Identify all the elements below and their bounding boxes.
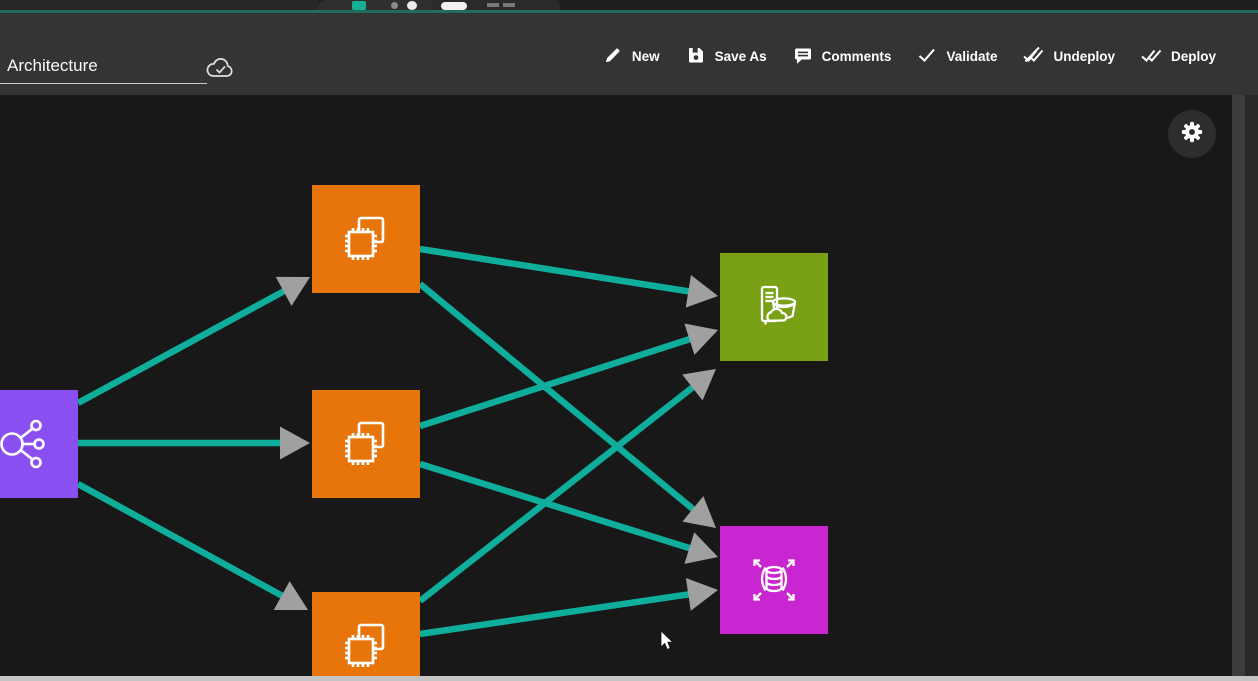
save-as-button[interactable]: Save As xyxy=(686,45,767,68)
node-storage[interactable] xyxy=(720,253,828,361)
right-gutter xyxy=(1245,95,1258,676)
vertical-scrollbar[interactable] xyxy=(1232,95,1245,676)
toolbar: New Save As Comments xyxy=(603,45,1216,68)
edge-line[interactable] xyxy=(78,484,285,598)
tab-title-fragment xyxy=(503,3,515,7)
deploy-button[interactable]: Deploy xyxy=(1141,45,1216,68)
edge-arrowhead-icon xyxy=(686,275,718,308)
ec2-icon xyxy=(334,412,398,476)
tab-glyph-icon xyxy=(391,2,398,9)
canvas-settings-button[interactable] xyxy=(1168,110,1216,158)
undeploy-button[interactable]: Undeploy xyxy=(1023,45,1115,68)
toolbar-label: Comments xyxy=(822,49,892,64)
app-header: New Save As Comments xyxy=(0,13,1258,95)
gear-icon xyxy=(1179,119,1205,150)
tab-title-fragment xyxy=(487,3,499,7)
dbscale-icon xyxy=(742,548,806,612)
horizontal-scrollbar[interactable] xyxy=(0,676,1258,681)
edge-arrowhead-icon xyxy=(682,369,716,400)
comment-icon xyxy=(793,45,813,68)
edge-arrowhead-icon xyxy=(684,532,718,564)
node-instance-3[interactable] xyxy=(312,592,420,676)
toolbar-label: Undeploy xyxy=(1053,49,1115,64)
node-database[interactable] xyxy=(720,526,828,634)
tab-strip-left xyxy=(0,0,318,10)
new-button[interactable]: New xyxy=(603,45,660,68)
validate-button[interactable]: Validate xyxy=(917,45,997,68)
edge-line[interactable] xyxy=(420,338,693,426)
edge-line[interactable] xyxy=(420,249,692,292)
double-check-icon xyxy=(1141,45,1162,68)
storage-icon xyxy=(742,275,806,339)
check-icon xyxy=(917,45,937,68)
toolbar-label: New xyxy=(632,49,660,64)
edge-arrowhead-icon xyxy=(280,427,310,460)
toolbar-label: Save As xyxy=(715,49,767,64)
node-instance-2[interactable] xyxy=(312,390,420,498)
double-check-slash-icon xyxy=(1023,45,1044,68)
diagram-canvas[interactable] xyxy=(0,95,1232,676)
browser-tab-strip xyxy=(0,0,1258,10)
toolbar-label: Deploy xyxy=(1171,49,1216,64)
cloud-check-icon xyxy=(203,55,237,88)
edge-arrowhead-icon xyxy=(686,578,718,611)
edge-line[interactable] xyxy=(78,289,287,403)
ec2-icon xyxy=(334,614,398,676)
elb-icon xyxy=(0,412,56,476)
comments-button[interactable]: Comments xyxy=(793,45,892,68)
edge-line[interactable] xyxy=(420,385,696,601)
diagram-title-input[interactable] xyxy=(0,51,207,84)
tab-title-fragment xyxy=(441,2,467,10)
floppy-disk-icon xyxy=(686,45,706,68)
node-instance-1[interactable] xyxy=(312,185,420,293)
edge-layer xyxy=(0,95,1232,676)
ec2-icon xyxy=(334,207,398,271)
toolbar-label: Validate xyxy=(946,49,997,64)
tab-favicon-icon xyxy=(407,1,417,10)
node-load-balancer[interactable] xyxy=(0,390,78,498)
pencil-icon xyxy=(603,45,623,68)
edge-line[interactable] xyxy=(420,594,692,634)
tab-favicon-icon xyxy=(352,1,366,10)
